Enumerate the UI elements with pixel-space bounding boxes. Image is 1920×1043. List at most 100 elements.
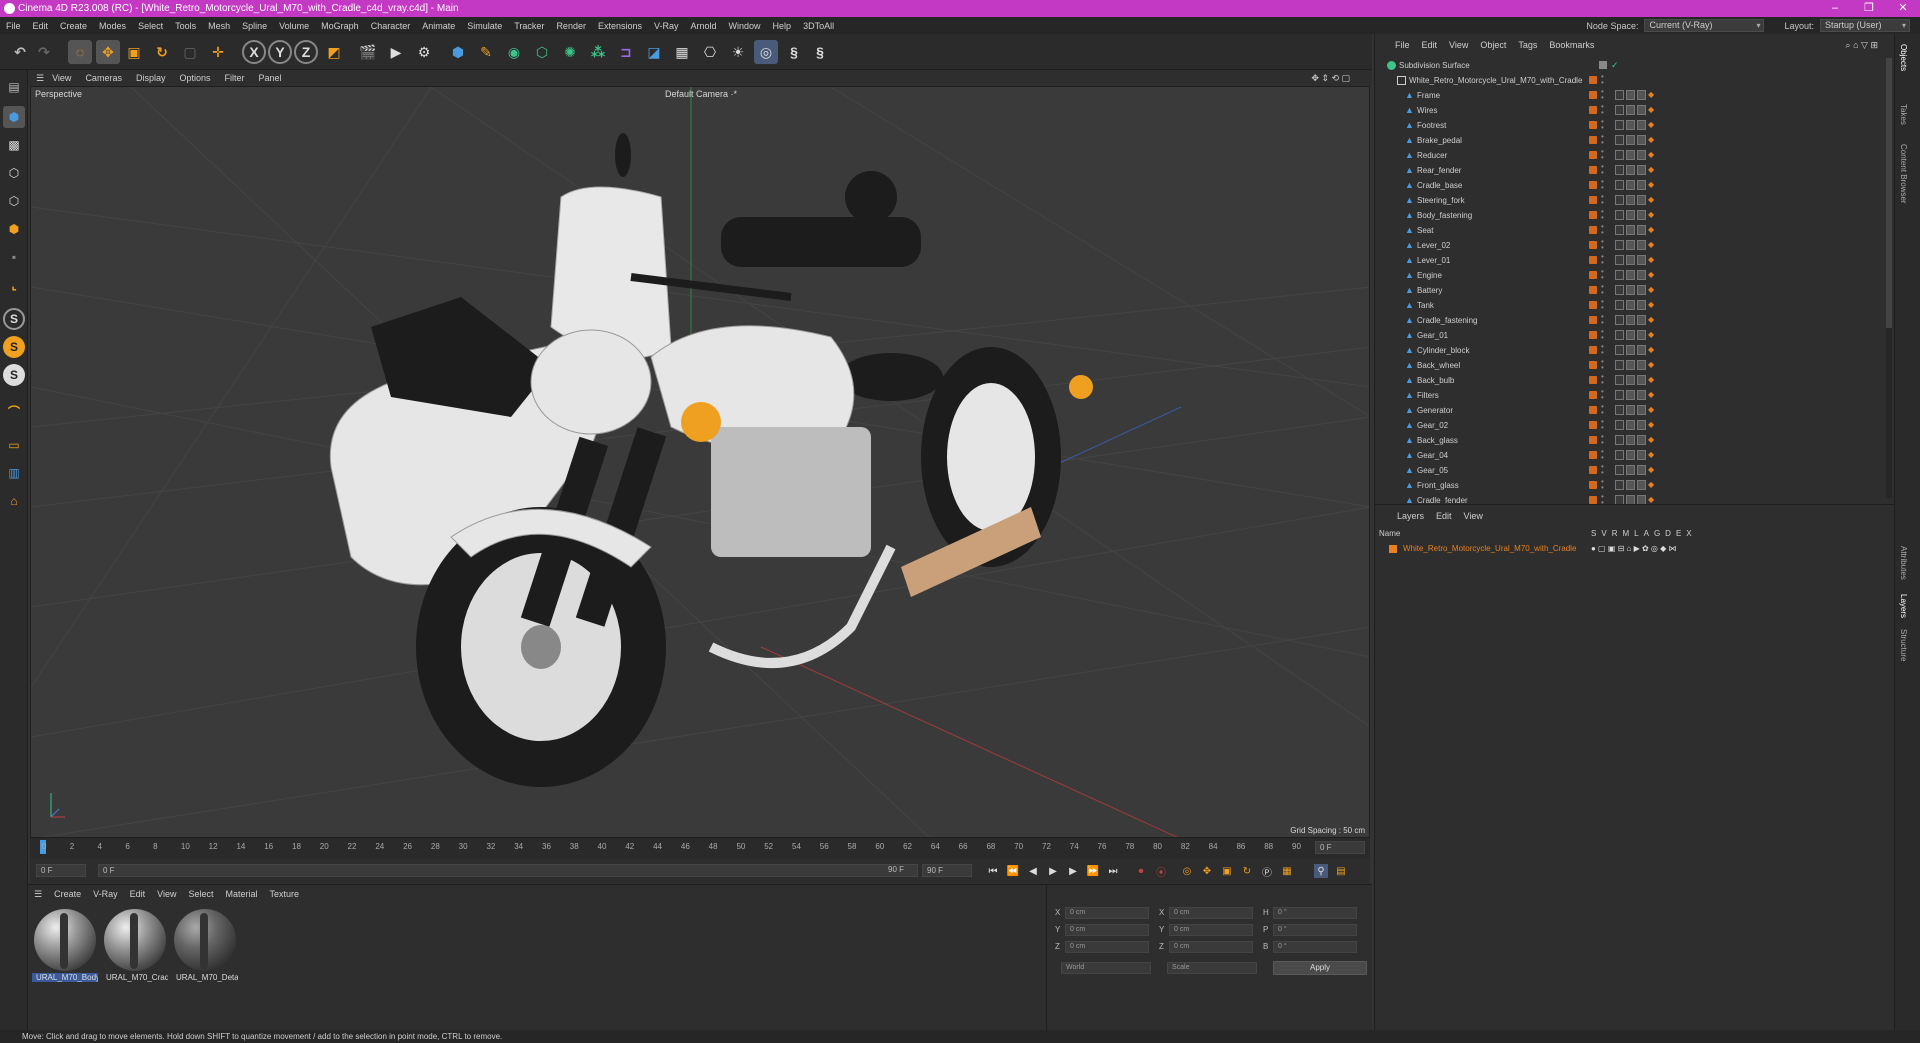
uvw-tag-icon[interactable] bbox=[1626, 300, 1635, 310]
object-tags[interactable]: ◆ bbox=[1615, 120, 1654, 130]
timeline-window-icon[interactable]: ▤ bbox=[1334, 864, 1348, 878]
x-axis-lock-button[interactable]: X bbox=[242, 40, 266, 64]
uvw-tag-icon[interactable] bbox=[1626, 480, 1635, 490]
selection-tag-icon[interactable]: ◆ bbox=[1648, 195, 1654, 205]
edges-mode-icon[interactable]: ⬡ bbox=[3, 190, 25, 212]
autokey-icon[interactable]: ⦿ bbox=[1154, 864, 1168, 879]
selection-tag-icon[interactable]: ◆ bbox=[1648, 135, 1654, 145]
selection-tag-icon[interactable]: ◆ bbox=[1648, 480, 1654, 490]
material-tag-icon[interactable] bbox=[1637, 120, 1646, 130]
object-tags[interactable]: ◆ bbox=[1615, 165, 1654, 175]
uvw-tag-icon[interactable] bbox=[1626, 180, 1635, 190]
material-tag-icon[interactable] bbox=[1637, 150, 1646, 160]
material-tag-icon[interactable] bbox=[1637, 330, 1646, 340]
object-row[interactable]: ▲ Rear_fender • • ◆ bbox=[1375, 163, 1895, 178]
visibility-dots-icon[interactable]: • • bbox=[1601, 358, 1605, 372]
solo-s-button-2[interactable]: S bbox=[3, 336, 25, 358]
coord-pos-z-field[interactable]: 0 cm bbox=[1065, 941, 1149, 953]
material-tag-icon[interactable] bbox=[1637, 345, 1646, 355]
visibility-dots-icon[interactable]: • • bbox=[1601, 103, 1605, 117]
close-button[interactable]: ✕ bbox=[1886, 0, 1920, 17]
visibility-dots-icon[interactable]: • • bbox=[1601, 448, 1605, 462]
visibility-dots-icon[interactable]: • • bbox=[1601, 343, 1605, 357]
selection-tag-icon[interactable]: ◆ bbox=[1648, 180, 1654, 190]
objmgr-menu-bookmarks[interactable]: Bookmarks bbox=[1549, 40, 1594, 50]
selection-tag-icon[interactable]: ◆ bbox=[1648, 330, 1654, 340]
material-tag-icon[interactable] bbox=[1637, 420, 1646, 430]
texture-mode-icon[interactable]: ▩ bbox=[3, 134, 25, 156]
menu-tools[interactable]: Tools bbox=[175, 21, 196, 31]
material-swatch[interactable]: URAL_M70_Cradle bbox=[102, 907, 168, 987]
selection-tag-icon[interactable]: ◆ bbox=[1648, 420, 1654, 430]
viewport-menu-toggle-icon[interactable]: ☰ bbox=[36, 73, 44, 84]
phong-tag-icon[interactable] bbox=[1615, 240, 1624, 250]
layer-color-flag[interactable] bbox=[1589, 226, 1597, 234]
material-swatch[interactable]: URAL_M70_Detail bbox=[172, 907, 238, 987]
visibility-dots-icon[interactable]: • • bbox=[1601, 463, 1605, 477]
menu-3dtoall[interactable]: 3DToAll bbox=[803, 21, 834, 31]
object-tags[interactable]: ◆ bbox=[1615, 315, 1654, 325]
object-tags[interactable]: ◆ bbox=[1615, 195, 1654, 205]
visibility-dots-icon[interactable]: • • bbox=[1601, 193, 1605, 207]
phong-tag-icon[interactable] bbox=[1615, 195, 1624, 205]
vray-logo-icon[interactable]: ◎ bbox=[754, 40, 778, 64]
selection-tag-icon[interactable]: ◆ bbox=[1648, 150, 1654, 160]
python-script2-icon[interactable]: § bbox=[808, 40, 832, 64]
material-tag-icon[interactable] bbox=[1637, 315, 1646, 325]
coord-pos-y-field[interactable]: 0 cm bbox=[1065, 924, 1149, 936]
visibility-dots-icon[interactable]: • • bbox=[1601, 268, 1605, 282]
object-row[interactable]: ▲ Steering_fork • • ◆ bbox=[1375, 193, 1895, 208]
scale-dropdown[interactable]: Scale bbox=[1167, 962, 1257, 974]
scale-key-icon[interactable]: ▣ bbox=[1220, 864, 1234, 878]
object-tags[interactable]: ◆ bbox=[1615, 330, 1654, 340]
phong-tag-icon[interactable] bbox=[1615, 285, 1624, 295]
next-key-icon[interactable]: ⏩ bbox=[1086, 864, 1100, 878]
move-tool-icon[interactable]: ✥ bbox=[96, 40, 120, 64]
solo-s-button-1[interactable]: S bbox=[3, 308, 25, 330]
workplane-icon[interactable]: ▭ bbox=[3, 434, 25, 456]
object-row[interactable]: ▲ Back_bulb • • ◆ bbox=[1375, 373, 1895, 388]
object-tags[interactable]: ◆ bbox=[1615, 150, 1654, 160]
layer-color-flag[interactable] bbox=[1589, 496, 1597, 504]
visibility-dots-icon[interactable]: • • bbox=[1601, 148, 1605, 162]
object-tags[interactable]: ◆ bbox=[1615, 240, 1654, 250]
objmgr-menu-edit[interactable]: Edit bbox=[1422, 40, 1438, 50]
phong-tag-icon[interactable] bbox=[1615, 225, 1624, 235]
selection-tag-icon[interactable]: ◆ bbox=[1648, 375, 1654, 385]
material-tag-icon[interactable] bbox=[1637, 360, 1646, 370]
object-row[interactable]: ▲ Gear_04 • • ◆ bbox=[1375, 448, 1895, 463]
next-frame-icon[interactable]: ▶ bbox=[1066, 864, 1080, 878]
uvw-tag-icon[interactable] bbox=[1626, 375, 1635, 385]
material-menu-select[interactable]: Select bbox=[188, 889, 213, 899]
uvw-tag-icon[interactable] bbox=[1626, 270, 1635, 280]
uvw-tag-icon[interactable] bbox=[1626, 210, 1635, 220]
selection-tag-icon[interactable]: ◆ bbox=[1648, 240, 1654, 250]
layer-color-flag[interactable] bbox=[1589, 391, 1597, 399]
phong-tag-icon[interactable] bbox=[1615, 390, 1624, 400]
selection-tag-icon[interactable]: ◆ bbox=[1648, 255, 1654, 265]
phong-tag-icon[interactable] bbox=[1615, 465, 1624, 475]
menu-vray[interactable]: V-Ray bbox=[654, 21, 679, 31]
uvw-tag-icon[interactable] bbox=[1626, 405, 1635, 415]
viewport-menu-view[interactable]: View bbox=[52, 73, 71, 83]
select-tool-icon[interactable]: ◌ bbox=[68, 40, 92, 64]
material-tag-icon[interactable] bbox=[1637, 450, 1646, 460]
object-tags[interactable]: ◆ bbox=[1615, 210, 1654, 220]
layer-color-flag[interactable] bbox=[1589, 211, 1597, 219]
object-tags[interactable]: ◆ bbox=[1615, 255, 1654, 265]
object-tags[interactable]: ◆ bbox=[1615, 405, 1654, 415]
selection-tag-icon[interactable]: ◆ bbox=[1648, 405, 1654, 415]
visibility-dots-icon[interactable]: • • bbox=[1601, 373, 1605, 387]
menu-simulate[interactable]: Simulate bbox=[467, 21, 502, 31]
max-frame-field[interactable]: 90 F bbox=[922, 864, 972, 877]
layer-color-flag[interactable] bbox=[1589, 136, 1597, 144]
polygons-mode-icon[interactable]: ⬢ bbox=[3, 218, 25, 240]
object-row[interactable]: ▲ Reducer • • ◆ bbox=[1375, 148, 1895, 163]
menu-edit[interactable]: Edit bbox=[33, 21, 49, 31]
object-row[interactable]: ▲ Generator • • ◆ bbox=[1375, 403, 1895, 418]
mograph-icon[interactable]: ⁂ bbox=[586, 40, 610, 64]
go-to-end-icon[interactable]: ⏭ bbox=[1106, 864, 1120, 878]
tab-attributes[interactable]: Attributes bbox=[1899, 546, 1908, 580]
coordinate-system-icon[interactable]: ◩ bbox=[322, 40, 346, 64]
make-editable-icon[interactable]: ▤ bbox=[3, 76, 25, 98]
